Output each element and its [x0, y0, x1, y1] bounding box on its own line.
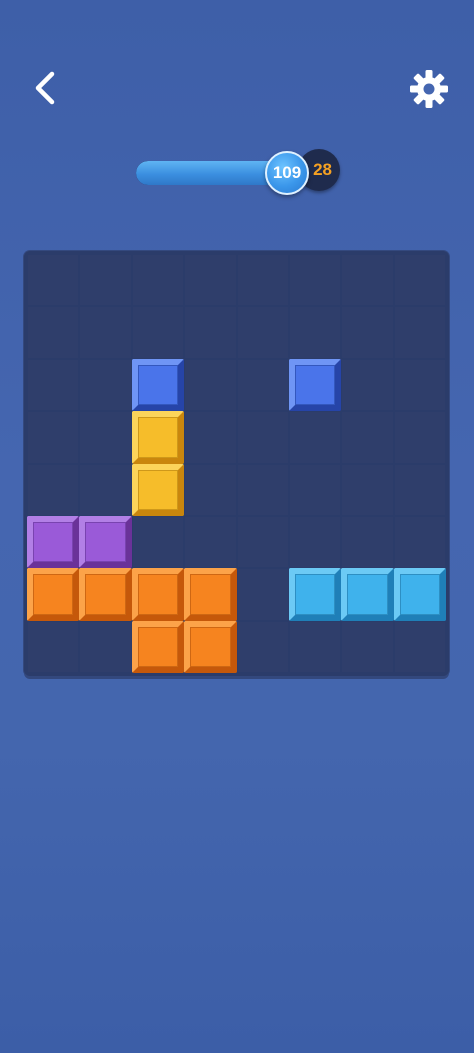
board-cell[interactable] [80, 359, 131, 411]
chevron-left-icon [35, 71, 55, 105]
board-cell[interactable] [237, 464, 288, 515]
gear-icon [410, 70, 448, 108]
board-cell[interactable] [80, 412, 131, 463]
block-yellow [131, 463, 185, 516]
block-face [86, 575, 125, 614]
board-cell[interactable] [185, 255, 236, 306]
board-cell[interactable] [394, 621, 445, 672]
board-cell[interactable] [237, 255, 288, 306]
board-cell[interactable] [342, 412, 393, 463]
board-cell[interactable] [289, 412, 341, 463]
block-cyan [288, 568, 342, 621]
board-cell[interactable] [28, 307, 79, 358]
board-cell[interactable] [394, 255, 445, 306]
board-cell[interactable] [80, 255, 131, 306]
board-cell[interactable] [394, 307, 445, 358]
block-face [295, 365, 335, 405]
block-purple [27, 515, 80, 569]
block-face [86, 522, 125, 562]
board-cell[interactable] [342, 621, 393, 672]
board-cell[interactable] [394, 516, 445, 568]
board-cell[interactable] [237, 516, 288, 568]
board-cell[interactable] [28, 255, 79, 306]
board-cell[interactable] [185, 359, 236, 411]
board-cell[interactable] [185, 464, 236, 515]
board-cell[interactable] [289, 516, 341, 568]
board-cell[interactable] [237, 307, 288, 358]
block-face [400, 575, 439, 614]
board-cell[interactable] [80, 464, 131, 515]
board-cell[interactable] [185, 516, 236, 568]
block-face [138, 470, 178, 509]
settings-button[interactable] [408, 68, 450, 110]
block-face [138, 418, 178, 457]
block-face [34, 575, 73, 614]
best-score-value: 28 [313, 160, 332, 179]
block-face [348, 575, 387, 614]
block-orange [79, 568, 132, 621]
board-cell[interactable] [289, 621, 341, 672]
block-face [191, 575, 230, 614]
block-orange [131, 568, 185, 621]
board-cell[interactable] [394, 359, 445, 411]
current-score-badge: 109 [265, 151, 309, 195]
block-cyan [341, 568, 394, 621]
board-cell[interactable] [289, 255, 341, 306]
board-cell[interactable] [185, 307, 236, 358]
board-cell[interactable] [80, 621, 131, 672]
board-cell[interactable] [342, 359, 393, 411]
block-face [138, 365, 178, 405]
board-cell[interactable] [28, 464, 79, 515]
board-cell[interactable] [132, 307, 184, 358]
block-purple [79, 515, 132, 569]
board-cell[interactable] [237, 412, 288, 463]
block-blue [131, 358, 185, 412]
board-cell[interactable] [80, 307, 131, 358]
block-orange [131, 620, 185, 673]
board-cell[interactable] [394, 464, 445, 515]
block-face [138, 575, 178, 614]
block-cyan [393, 568, 446, 621]
board-cell[interactable] [28, 621, 79, 672]
block-face [191, 627, 230, 666]
block-face [34, 522, 73, 562]
game-board[interactable] [24, 251, 449, 676]
block-orange [184, 568, 237, 621]
board-cell[interactable] [28, 412, 79, 463]
block-orange [184, 620, 237, 673]
block-face [138, 627, 178, 666]
block-yellow [131, 411, 185, 464]
board-cell[interactable] [132, 255, 184, 306]
board-cell[interactable] [342, 464, 393, 515]
board-cell[interactable] [394, 412, 445, 463]
board-cell[interactable] [342, 516, 393, 568]
board-cell[interactable] [185, 412, 236, 463]
block-face [295, 575, 335, 614]
current-score-value: 109 [272, 163, 302, 182]
board-cell[interactable] [342, 307, 393, 358]
board-cell[interactable] [237, 359, 288, 411]
board-cell[interactable] [28, 359, 79, 411]
board-cell[interactable] [237, 621, 288, 672]
board-cell[interactable] [132, 516, 184, 568]
block-blue [288, 358, 342, 412]
back-button[interactable] [26, 68, 66, 108]
board-cell[interactable] [342, 255, 393, 306]
board-cell[interactable] [289, 464, 341, 515]
board-cell[interactable] [289, 307, 341, 358]
board-cell[interactable] [237, 569, 288, 620]
block-orange [27, 568, 80, 621]
